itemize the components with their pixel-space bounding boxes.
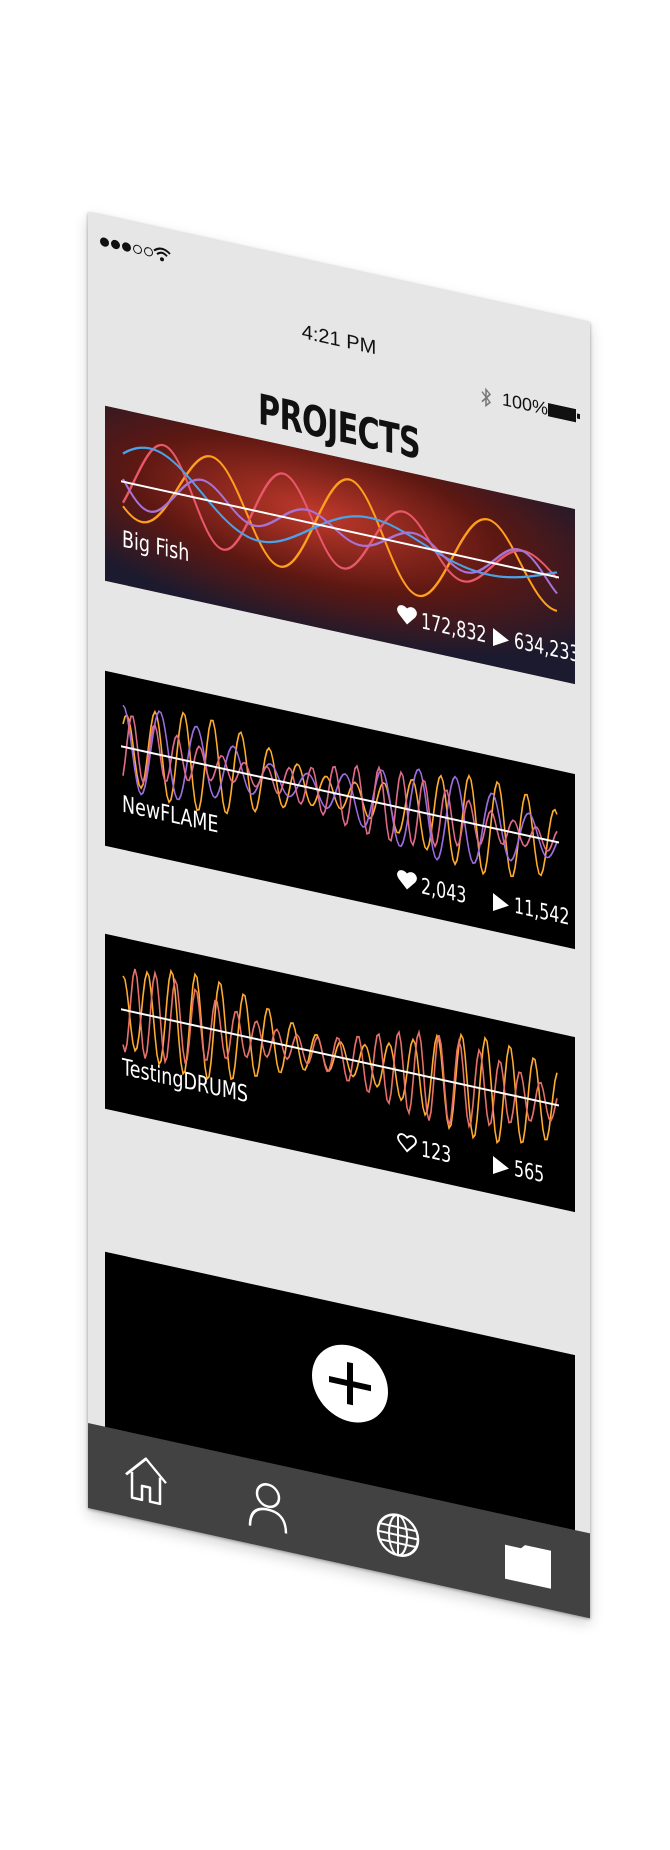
signal-strength-icon (100, 236, 153, 258)
heart-outline-icon[interactable] (397, 1131, 417, 1161)
play-icon[interactable] (492, 1154, 510, 1178)
heart-icon[interactable] (397, 603, 417, 633)
globe-icon (376, 1513, 420, 1557)
play-icon[interactable] (492, 626, 510, 650)
heart-icon[interactable] (397, 868, 417, 898)
plus-icon (329, 1361, 371, 1406)
project-card-newflame[interactable]: NewFLAME 2,043 11,542 (105, 670, 575, 950)
battery-icon (548, 403, 576, 423)
tab-home[interactable] (118, 1446, 174, 1514)
bluetooth-icon (481, 387, 492, 408)
folder-icon (505, 1544, 551, 1589)
profile-icon (248, 1483, 288, 1534)
phone-screen: 4:21 PM 100% PROJECTS Big Fish 172,832 6… (88, 212, 590, 1619)
tab-profile[interactable] (240, 1472, 296, 1540)
add-project-button[interactable] (312, 1337, 388, 1430)
tab-projects[interactable] (500, 1530, 556, 1598)
project-card-testingdrums[interactable]: TestingDRUMS 123 565 (105, 933, 575, 1213)
play-icon[interactable] (492, 891, 510, 915)
home-icon (125, 1457, 167, 1506)
tab-explore[interactable] (370, 1501, 426, 1569)
wifi-icon (153, 247, 171, 262)
